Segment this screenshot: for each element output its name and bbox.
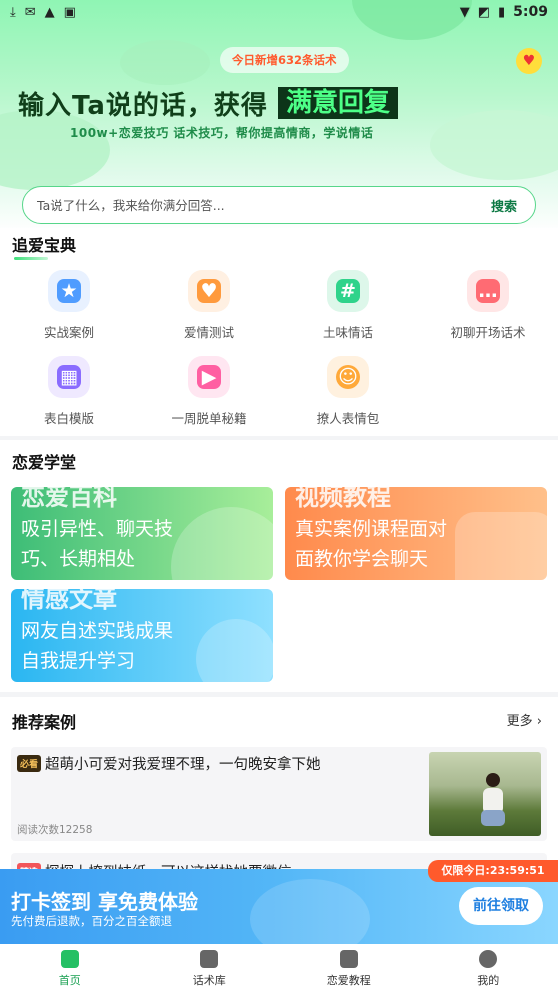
chevron-right-icon: › <box>536 714 542 729</box>
grid-item-stickers[interactable]: ☺ 撩人表情包 <box>288 356 408 427</box>
grid-label: 撩人表情包 <box>316 411 380 426</box>
headline-highlight: 满意回复 <box>277 87 398 119</box>
card-desc: 自我提升学习 <box>21 650 136 672</box>
tab-tutorials[interactable]: 恋爱教程 <box>279 944 419 992</box>
grid-label: 初聊开场话术 <box>450 325 526 340</box>
banner-decoration <box>250 879 370 944</box>
card-decoration <box>196 619 273 682</box>
section-title: 追爱宝典 <box>12 236 77 255</box>
case-title: 超萌小可爱对我爱理不理，一句晚安拿下她 <box>45 757 321 773</box>
tab-home[interactable]: 首页 <box>0 944 140 992</box>
must-read-tag: 必看 <box>17 755 42 772</box>
status-time: 5:09 <box>513 4 548 20</box>
search-button[interactable]: 搜索 <box>491 196 517 215</box>
search-input[interactable] <box>35 196 491 214</box>
case-item[interactable]: 必看 超萌小可爱对我爱理不理，一句晚安拿下她 阅读次数12258 <box>11 747 547 841</box>
card-video-tutorials[interactable]: 视频教程 真实案例课程面对 面教你学会聊天 <box>285 487 547 580</box>
person-illustration <box>481 773 505 826</box>
grid-item-cheesy-lines[interactable]: # 土味情话 <box>288 270 408 341</box>
chat-bubble-icon: … <box>467 270 509 312</box>
tab-profile[interactable]: 我的 <box>419 944 558 992</box>
tab-label: 恋爱教程 <box>326 974 371 987</box>
hero-header: ⤓ ✉ ▲ ▣ ▼ ◩ ▮ 5:09 今日新增632条话术 ♥ 输入Ta说的话，… <box>0 0 558 232</box>
banner-subtitle: 先付费后退款，百分之百全额退 <box>11 914 172 928</box>
card-title: 恋爱百科 <box>21 487 117 511</box>
search-bar: 搜索 <box>22 186 536 224</box>
hashtag-icon: # <box>327 270 369 312</box>
book-icon <box>339 950 358 968</box>
hero-headline: 输入Ta说的话，获得 满意回复 <box>18 86 398 121</box>
home-icon <box>60 950 79 968</box>
star-bookmark-icon: ★ <box>48 270 90 312</box>
card-desc: 网友自述实践成果 <box>21 620 174 642</box>
decor-bubble <box>120 40 210 85</box>
grid-item-openers[interactable]: … 初聊开场话术 <box>428 270 548 341</box>
new-scripts-badge: 今日新增632条话术 <box>220 47 349 73</box>
card-articles[interactable]: 情感文章 网友自述实践成果 自我提升学习 <box>11 589 273 682</box>
download-icon: ⤓ <box>10 4 16 20</box>
tab-label: 我的 <box>477 974 500 987</box>
grid-item-love-test[interactable]: ♥ 爱情测试 <box>149 270 269 341</box>
grid-item-confession-templates[interactable]: ▦ 表白模版 <box>9 356 129 427</box>
decor-bubble <box>430 110 558 180</box>
headline-text: 输入Ta说的话，获得 <box>18 90 268 121</box>
case-thumbnail <box>429 752 541 836</box>
status-bar: ⤓ ✉ ▲ ▣ ▼ ◩ ▮ 5:09 <box>0 0 558 24</box>
treasure-section: 追爱宝典 ★ 实战案例 ♥ 爱情测试 # 土味情话 … 初聊开场话术 ▦ 表白模… <box>0 228 558 436</box>
warning-icon: ▲ <box>44 4 55 20</box>
card-desc: 巧、长期相处 <box>21 548 136 570</box>
tab-label: 话术库 <box>192 974 226 987</box>
gift-icon[interactable]: ♥ <box>516 48 542 74</box>
decor-bubble <box>0 110 110 190</box>
grid-icon: ▦ <box>48 356 90 398</box>
card-title: 视频教程 <box>295 487 391 511</box>
hero-subline: 100w+恋爱技巧 话术技巧，帮你提高情商，学说情话 <box>70 126 374 140</box>
card-decoration <box>171 507 273 580</box>
lightning-icon <box>200 950 219 968</box>
card-decoration <box>455 512 547 580</box>
video-icon: ▶ <box>188 356 230 398</box>
grid-label: 表白模版 <box>43 411 94 426</box>
tab-scripts[interactable]: 话术库 <box>140 944 280 992</box>
banner-title: 打卡签到 享免费体验 <box>11 890 198 914</box>
section-title: 恋爱学堂 <box>12 453 77 472</box>
card-desc: 吸引异性、聊天技 <box>21 518 174 540</box>
claim-button[interactable]: 前往领取 <box>459 887 543 925</box>
mail-icon: ✉ <box>24 4 36 20</box>
school-section: 恋爱学堂 恋爱百科 吸引异性、聊天技 巧、长期相处 视频教程 真实案例课程面对 … <box>0 440 558 692</box>
grid-label: 实战案例 <box>43 325 94 340</box>
grid-label: 一周脱单秘籍 <box>171 411 247 426</box>
battery-icon: ▮ <box>498 4 506 20</box>
grid-item-cases[interactable]: ★ 实战案例 <box>9 270 129 341</box>
more-label: 更多 <box>506 714 533 729</box>
smile-icon: ☺ <box>327 356 369 398</box>
no-signal-icon: ◩ <box>477 4 491 20</box>
countdown-badge: 仅限今日:23:59:51 <box>428 860 558 882</box>
section-title: 推荐案例 <box>12 713 77 732</box>
title-underline <box>14 257 48 260</box>
wifi-icon: ▼ <box>459 4 470 20</box>
tab-label: 首页 <box>58 974 81 987</box>
card-desc: 面教你学会聊天 <box>295 548 429 570</box>
card-desc: 真实案例课程面对 <box>295 518 448 540</box>
card-love-encyclopedia[interactable]: 恋爱百科 吸引异性、聊天技 巧、长期相处 <box>11 487 273 580</box>
grid-label: 爱情测试 <box>183 325 234 340</box>
app-notification-icon: ▣ <box>63 4 76 20</box>
grid-label: 土味情话 <box>322 325 373 340</box>
more-link[interactable]: 更多 › <box>507 710 542 729</box>
bottom-tab-bar: 首页 话术库 恋爱教程 我的 <box>0 944 558 992</box>
case-title-row: 必看 超萌小可爱对我爱理不理，一句晚安拿下她 <box>17 753 321 774</box>
card-title: 情感文章 <box>21 589 117 613</box>
user-icon <box>479 950 498 968</box>
heart-icon: ♥ <box>188 270 230 312</box>
read-count: 阅读次数12258 <box>17 824 93 836</box>
grid-item-one-week-guide[interactable]: ▶ 一周脱单秘籍 <box>149 356 269 427</box>
